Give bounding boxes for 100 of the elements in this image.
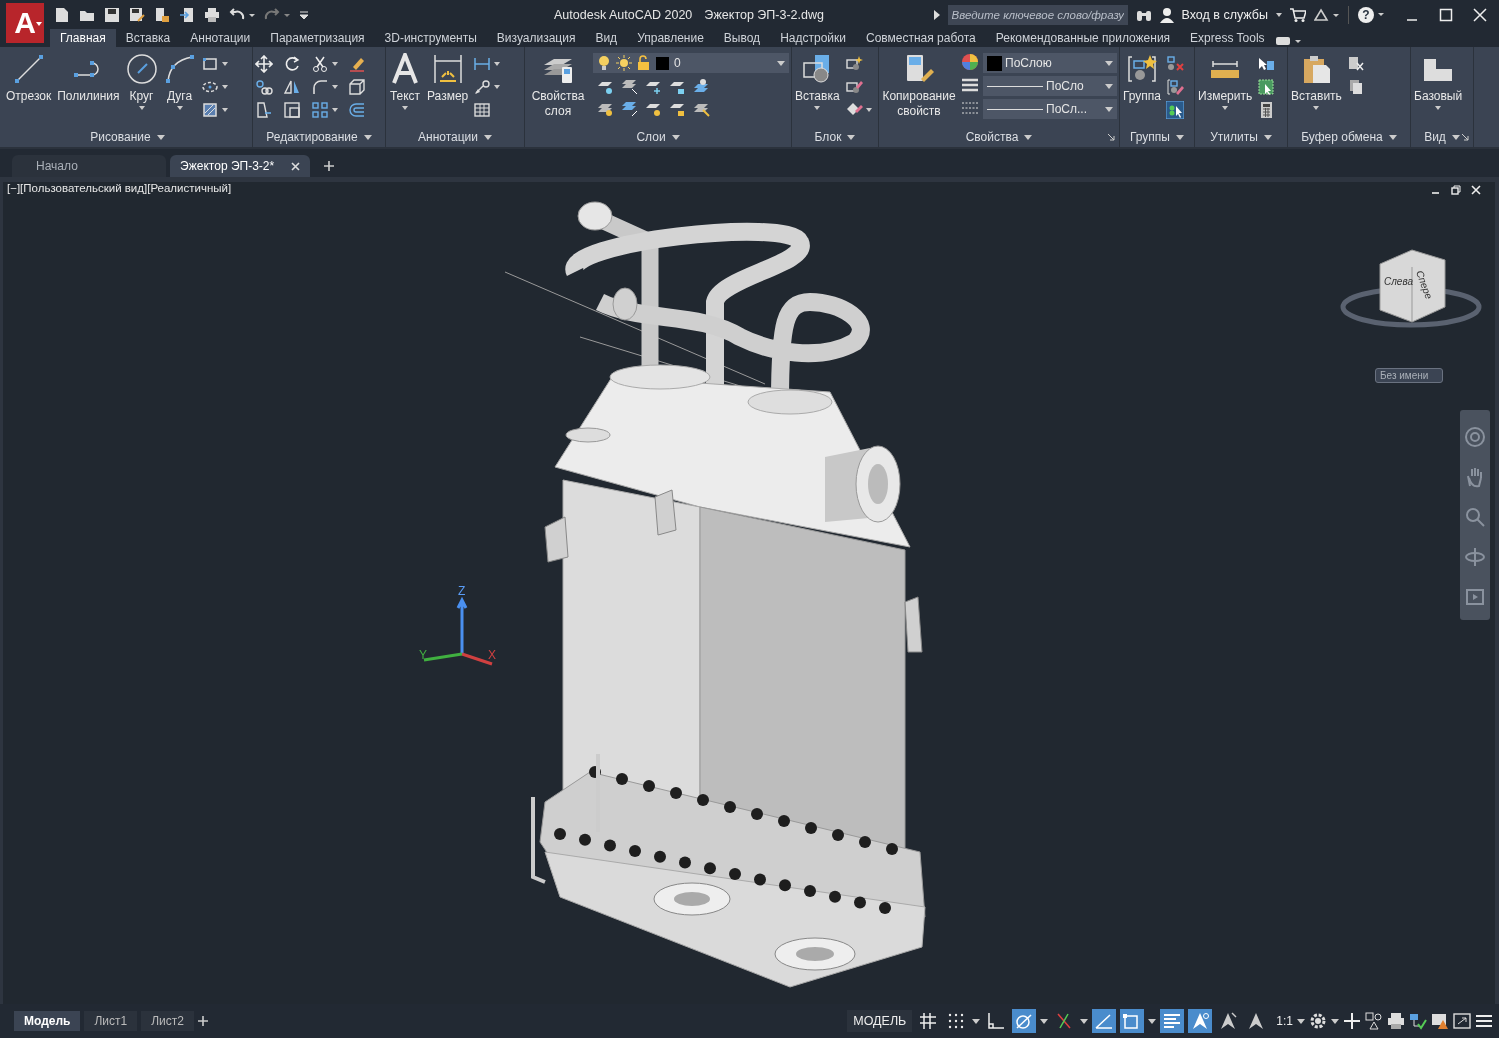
caret-icon[interactable] <box>1148 1018 1157 1024</box>
layout-tab[interactable]: Лист2 <box>141 1011 194 1031</box>
printer-icon[interactable] <box>1387 1012 1405 1030</box>
ribbon-tab[interactable]: Вид <box>585 29 628 47</box>
triangle-network-icon[interactable] <box>1314 7 1340 22</box>
mirror-icon[interactable] <box>283 78 301 96</box>
ribbon-button[interactable]: Свойства слоя <box>527 53 589 119</box>
ribbon-tab[interactable]: Аннотации <box>180 29 261 47</box>
ribbon-tab[interactable]: Рекомендованные приложения <box>985 29 1181 47</box>
workspace-icon[interactable] <box>1409 1012 1427 1030</box>
lineweight-icon[interactable] <box>961 76 979 94</box>
document-tab[interactable]: Начало <box>12 155 166 177</box>
cart-icon[interactable] <box>1290 7 1306 22</box>
rectangle-icon[interactable] <box>200 55 219 73</box>
caret-icon[interactable] <box>1276 12 1282 17</box>
scissors-icon[interactable] <box>311 55 329 73</box>
sun-icon[interactable] <box>616 55 632 71</box>
ribbon-tab[interactable]: Управление <box>627 29 714 47</box>
layout-tab[interactable]: Лист1 <box>84 1011 138 1031</box>
unlocked-icon[interactable] <box>637 55 651 71</box>
showmotion-icon[interactable] <box>1464 586 1486 608</box>
dialog-launcher-icon[interactable] <box>1462 134 1469 141</box>
steering-wheel-icon[interactable] <box>1464 426 1486 448</box>
ribbon-tab[interactable]: 3D-инструменты <box>374 29 487 47</box>
property-dropdown[interactable]: ПоСло <box>983 76 1117 96</box>
caret-icon[interactable] <box>363 134 372 140</box>
layer-tool-icon[interactable] <box>621 100 639 118</box>
offset-icon[interactable] <box>348 101 366 119</box>
layer-tool-icon[interactable] <box>621 78 639 96</box>
caret-icon[interactable] <box>156 134 165 140</box>
caret-icon[interactable] <box>1176 134 1184 140</box>
print-icon[interactable] <box>204 6 220 23</box>
drawing-viewport[interactable]: Z Y X Слева Спере [−][Пользовательский вид][Реалистичный] Без имени <box>0 177 1499 1004</box>
plus-icon[interactable] <box>1343 1012 1361 1030</box>
ribbon-tab[interactable]: Вставка <box>115 29 181 47</box>
gear-icon[interactable] <box>1309 1012 1327 1030</box>
panel-title[interactable]: Редактирование <box>266 130 358 144</box>
panel-toggle-icon[interactable] <box>1274 35 1301 47</box>
ribbon-tab[interactable]: Визуализация <box>486 29 586 47</box>
color-wheel-icon[interactable] <box>961 53 979 71</box>
ribbon-tab[interactable]: Надстройки <box>770 29 856 47</box>
fullscreen-icon[interactable] <box>1453 1012 1471 1030</box>
caret-icon[interactable] <box>1451 134 1460 140</box>
ungroup-icon[interactable] <box>1166 55 1185 73</box>
annotation-scale-button[interactable]: 1:1 <box>1272 1014 1293 1028</box>
caret-icon[interactable] <box>332 85 338 89</box>
property-dropdown[interactable]: ПоСлою <box>983 53 1117 73</box>
maximize-icon[interactable] <box>1439 7 1453 22</box>
ribbon-button[interactable]: Группа <box>1122 53 1163 104</box>
ribbon-button[interactable]: Отрезок <box>5 53 53 104</box>
scale-icon[interactable] <box>283 101 301 119</box>
leader-icon[interactable] <box>473 78 492 96</box>
panel-title[interactable]: Группы <box>1130 130 1170 144</box>
create-block-icon[interactable] <box>844 55 863 73</box>
orbit-icon[interactable] <box>1464 546 1486 568</box>
new-file-icon[interactable] <box>54 6 70 23</box>
restore-icon[interactable] <box>1451 185 1461 195</box>
sign-in-button[interactable]: Вход в службы <box>1181 7 1268 22</box>
array-icon[interactable] <box>311 101 329 119</box>
stretch-icon[interactable] <box>255 101 273 119</box>
zoom-icon[interactable] <box>1464 506 1486 528</box>
eraser-icon[interactable] <box>348 55 366 73</box>
caret-icon[interactable] <box>1331 1018 1339 1024</box>
ribbon-tab[interactable]: Совместная работа <box>855 29 986 47</box>
save-icon[interactable] <box>104 6 120 23</box>
group-edit-icon[interactable] <box>1166 78 1185 96</box>
ribbon-button[interactable]: Полилиния <box>56 53 121 104</box>
ribbon-button[interactable]: Базовый <box>1413 53 1464 110</box>
linetype-icon[interactable] <box>961 99 979 117</box>
export-icon[interactable] <box>179 6 195 23</box>
ribbon-button[interactable]: Дуга <box>162 53 197 110</box>
lightbulb-icon[interactable] <box>597 55 611 71</box>
caret-icon[interactable] <box>847 134 856 140</box>
panel-title[interactable]: Утилиты <box>1210 130 1258 144</box>
ribbon-button[interactable]: Измерить <box>1197 53 1254 110</box>
panel-title[interactable]: Слои <box>636 130 666 144</box>
open-web-icon[interactable] <box>154 6 170 23</box>
layout-tab[interactable]: Модель <box>14 1011 81 1031</box>
caret-icon[interactable] <box>1105 106 1113 112</box>
status-toggle-icon[interactable] <box>1012 1009 1037 1033</box>
save-as-icon[interactable] <box>129 6 145 23</box>
ribbon-button[interactable]: Текст <box>388 53 422 110</box>
ribbon-tab[interactable]: Параметризация <box>260 29 375 47</box>
panel-title[interactable]: Свойства <box>965 130 1019 144</box>
status-toggle-icon[interactable] <box>1120 1009 1145 1033</box>
caret-icon[interactable] <box>1105 83 1113 89</box>
ribbon-tab[interactable]: Express Tools <box>1180 29 1275 47</box>
caret-icon[interactable] <box>1388 134 1397 140</box>
viewcube-face-label[interactable]: Слева <box>1384 276 1413 287</box>
ribbon-tab[interactable]: Главная <box>50 29 116 47</box>
panel-title[interactable]: Буфер обмена <box>1301 130 1383 144</box>
close-icon[interactable] <box>1471 185 1481 195</box>
ribbon-button[interactable]: Вставка <box>794 53 841 110</box>
rotate-icon[interactable] <box>283 55 301 73</box>
panel-title[interactable]: Блок <box>814 130 842 144</box>
app-logo[interactable]: A <box>6 3 44 43</box>
model-space-button[interactable]: МОДЕЛЬ <box>847 1010 913 1032</box>
quick-select-icon[interactable] <box>1257 55 1276 73</box>
property-dropdown[interactable]: ПоСл... <box>983 99 1117 119</box>
cut-icon[interactable] <box>1346 55 1365 73</box>
